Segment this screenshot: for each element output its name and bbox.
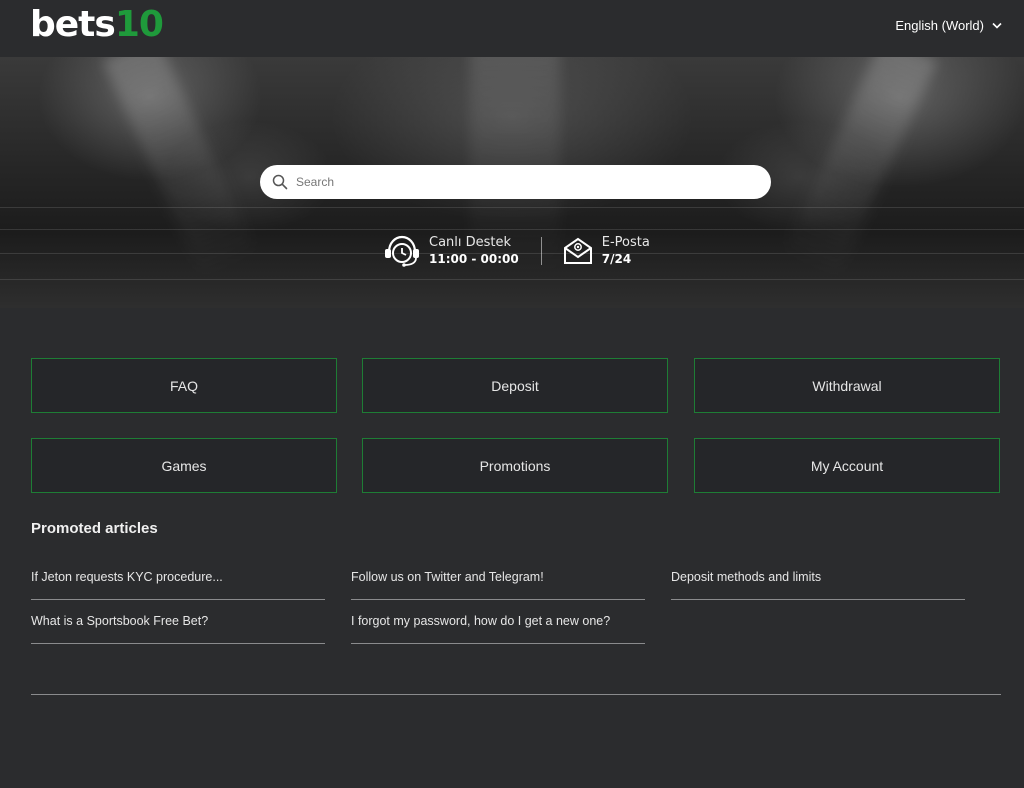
top-bar: bets10 English (World) [0,0,1024,57]
live-support-text: Canlı Destek 11:00 - 00:00 [429,234,519,268]
email-support-text: E-Posta 7/24 [602,234,650,268]
footer-divider [31,694,1001,695]
stadium-stand-line [0,207,1024,208]
hero-banner: Canlı Destek 11:00 - 00:00 E-Posta 7/24 [0,57,1024,308]
promoted-articles-title: Promoted articles [31,520,158,537]
category-faq[interactable]: FAQ [31,358,337,413]
article-link[interactable]: I forgot my password, how do I get a new… [351,604,645,644]
live-support[interactable]: Canlı Destek 11:00 - 00:00 [383,234,519,268]
language-label: English (World) [895,18,984,33]
stadium-light-beam [102,57,258,279]
support-info: Canlı Destek 11:00 - 00:00 E-Posta 7/24 [383,234,650,268]
headset-clock-icon [385,235,419,267]
support-divider [540,237,542,265]
bets10-logo[interactable]: bets10 [30,4,164,45]
envelope-icon [563,237,592,264]
article-link[interactable]: What is a Sportsbook Free Bet? [31,604,325,644]
search-bar[interactable] [260,165,771,199]
live-support-hours: 11:00 - 00:00 [429,252,519,266]
logo-number: 10 [114,4,164,45]
language-selector[interactable]: English (World) [895,18,1002,33]
chevron-down-icon [992,22,1002,29]
stadium-light-beam [782,57,938,279]
stadium-stand-line [0,279,1024,280]
category-games[interactable]: Games [31,438,337,493]
email-support[interactable]: E-Posta 7/24 [562,234,650,268]
search-icon [272,174,288,190]
email-support-hours: 7/24 [601,252,632,266]
search-input[interactable] [294,174,744,190]
stadium-stand-line [0,229,1024,230]
category-deposit[interactable]: Deposit [362,358,668,413]
category-promotions[interactable]: Promotions [362,438,668,493]
logo-text: bets [30,4,116,45]
category-my-account[interactable]: My Account [694,438,1000,493]
live-support-title: Canlı Destek [429,235,512,250]
article-link[interactable]: Deposit methods and limits [671,560,965,600]
article-link[interactable]: If Jeton requests KYC procedure... [31,560,325,600]
email-support-title: E-Posta [601,235,650,250]
category-withdrawal[interactable]: Withdrawal [694,358,1000,413]
article-link[interactable]: Follow us on Twitter and Telegram! [351,560,645,600]
